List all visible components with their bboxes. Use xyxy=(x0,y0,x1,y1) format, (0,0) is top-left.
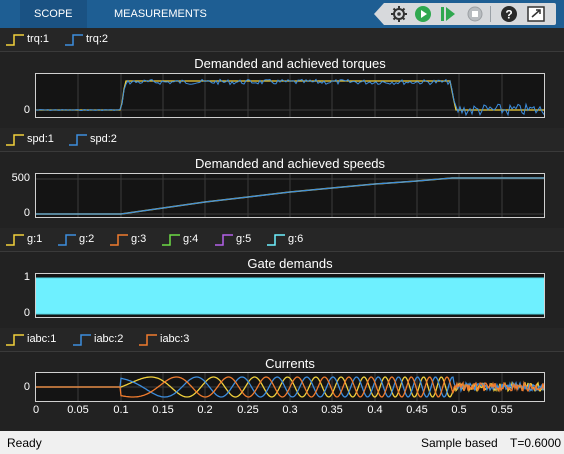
ytick-label: 0 xyxy=(23,104,30,116)
axes-torques[interactable] xyxy=(35,73,545,118)
help-icon: ? xyxy=(501,6,517,22)
legend-line-icon xyxy=(69,134,87,146)
xtick-label: 0.1 xyxy=(113,404,129,416)
torque-traces xyxy=(35,74,545,117)
legend-label: g:3 xyxy=(131,233,147,245)
legend-label: g:6 xyxy=(288,233,304,245)
legend-line-icon xyxy=(6,334,24,346)
legend-gates: g:1 g:2 g:3 g:4 g:5 g:6 xyxy=(0,228,564,252)
gate-traces xyxy=(36,277,544,315)
legend-line-icon xyxy=(6,234,24,246)
legend-line-icon xyxy=(267,234,285,246)
status-bar: Ready Sample based T=0.6000 xyxy=(0,431,564,454)
run-icon xyxy=(415,6,431,22)
legend-line-icon xyxy=(6,134,24,146)
xtick-label: 0.5 xyxy=(451,404,467,416)
axes-gates[interactable] xyxy=(35,273,545,318)
axes-currents[interactable] xyxy=(35,372,545,402)
ytick-label: 0 xyxy=(23,307,30,319)
legend-line-icon xyxy=(6,34,24,46)
toolbar-separator xyxy=(490,6,491,22)
legend-torques: trq:1 trq:2 xyxy=(0,28,564,52)
toolstrip: SCOPE MEASUREMENTS ? xyxy=(0,0,564,28)
legend-label: g:4 xyxy=(183,233,199,245)
status-text: Ready xyxy=(7,436,42,450)
legend-label: iabc:1 xyxy=(27,333,57,345)
speed-traces xyxy=(36,174,544,217)
legend-line-icon xyxy=(215,234,233,246)
status-time: T=0.6000 xyxy=(510,436,562,450)
status-mode: Sample based xyxy=(421,436,498,450)
plot-title-currents: Currents xyxy=(265,356,315,371)
xtick-label: 0.55 xyxy=(491,404,513,416)
help-button[interactable]: ? xyxy=(498,3,520,25)
legend-line-icon xyxy=(73,334,91,346)
step-forward-button[interactable] xyxy=(437,3,459,25)
stop-button[interactable] xyxy=(464,3,486,25)
xtick-label: 0.3 xyxy=(282,404,298,416)
stop-icon xyxy=(467,6,483,22)
legend-currents: iabc:1 iabc:2 iabc:3 xyxy=(0,328,564,352)
undock-button[interactable] xyxy=(525,3,547,25)
legend-line-icon xyxy=(58,234,76,246)
xtick-label: 0.35 xyxy=(321,404,343,416)
ytick-label: 0 xyxy=(23,381,30,393)
settings-button[interactable] xyxy=(388,3,410,25)
settings-icon xyxy=(391,6,407,22)
toolbar-group: ? xyxy=(374,3,556,25)
current-traces xyxy=(36,373,545,401)
legend-label: g:1 xyxy=(27,233,43,245)
ytick-label: 500 xyxy=(11,172,30,184)
xtick-label: 0.15 xyxy=(152,404,174,416)
legend-label: g:2 xyxy=(79,233,95,245)
plot-title-torques: Demanded and achieved torques xyxy=(194,56,386,71)
legend-label: iabc:2 xyxy=(94,333,124,345)
svg-text:?: ? xyxy=(505,8,512,22)
step-forward-icon xyxy=(441,7,455,21)
xtick-label: 0.4 xyxy=(367,404,383,416)
ytick-label: 0 xyxy=(23,207,30,219)
xtick-label: 0.2 xyxy=(197,404,213,416)
legend-line-icon xyxy=(162,234,180,246)
legend-line-icon xyxy=(139,334,157,346)
legend-speeds: spd:1 spd:2 xyxy=(0,128,564,152)
undock-icon xyxy=(527,6,545,22)
legend-line-icon xyxy=(65,34,83,46)
legend-label: trq:2 xyxy=(86,33,109,45)
legend-line-icon xyxy=(110,234,128,246)
xtick-label: 0.05 xyxy=(67,404,89,416)
plot-title-gates: Gate demands xyxy=(247,256,333,271)
legend-label: spd:1 xyxy=(27,133,54,145)
axes-speeds[interactable] xyxy=(35,173,545,218)
ytick-label: 1 xyxy=(23,271,30,283)
legend-label: spd:2 xyxy=(90,133,117,145)
legend-label: trq:1 xyxy=(27,33,50,45)
xtick-label: 0.45 xyxy=(406,404,428,416)
tab-measurements[interactable]: MEASUREMENTS xyxy=(114,0,207,28)
legend-label: iabc:3 xyxy=(160,333,190,345)
legend-label: g:5 xyxy=(236,233,252,245)
run-button[interactable] xyxy=(412,3,434,25)
tab-scope[interactable]: SCOPE xyxy=(20,0,87,28)
xtick-label: 0 xyxy=(32,404,40,416)
plot-title-speeds: Demanded and achieved speeds xyxy=(194,156,386,171)
xtick-label: 0.25 xyxy=(237,404,259,416)
